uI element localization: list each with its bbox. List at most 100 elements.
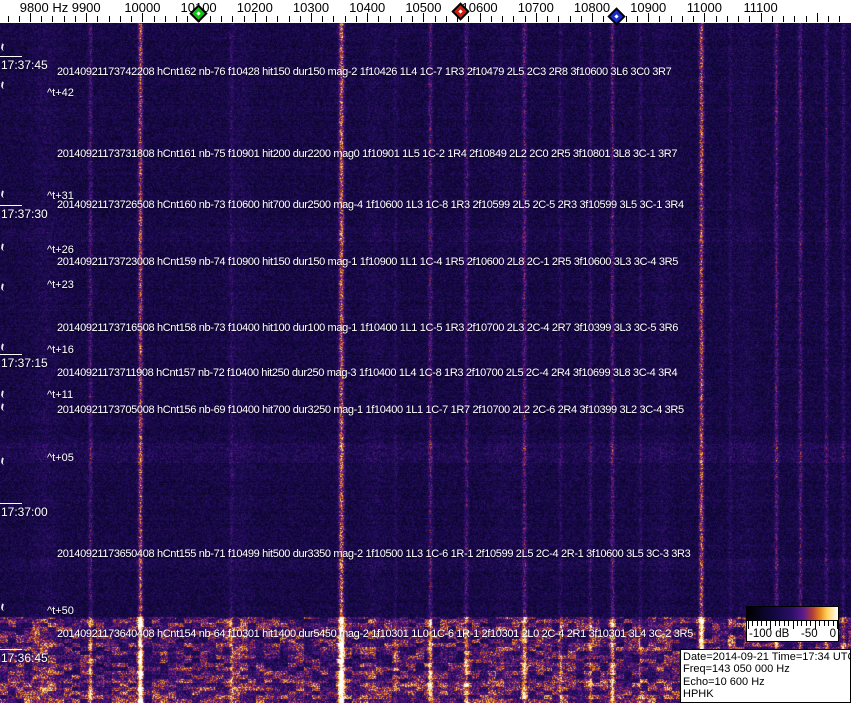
ruler-tick xyxy=(524,16,526,22)
db-tick xyxy=(828,621,830,626)
db-color-scale: -100 dB -50 0 xyxy=(746,606,839,642)
db-tick xyxy=(832,621,834,626)
db-tick xyxy=(810,621,812,626)
db-gradient-bar xyxy=(746,606,839,621)
ruler-tick xyxy=(569,16,571,22)
frequency-ruler: 9800 Hz990010000101001020010300104001050… xyxy=(0,0,851,26)
ruler-tick xyxy=(389,16,391,22)
ruler-tick xyxy=(468,16,470,22)
db-tick xyxy=(779,621,781,626)
frequency-label: 10500 xyxy=(405,0,442,15)
detection-line: 20140921173711908 hCnt157 nb-72 f10400 h… xyxy=(57,367,678,379)
ruler-tick xyxy=(333,16,335,22)
detection-line: 20140921173726508 hCnt160 nb-73 f10600 h… xyxy=(57,199,684,211)
ruler-tick xyxy=(603,16,605,22)
ruler-tick xyxy=(344,16,346,22)
detection-line: 20140921173705008 hCnt156 nb-69 f10400 h… xyxy=(57,404,684,416)
detection-line: 20140921173742208 hCnt162 nb-76 f10428 h… xyxy=(57,66,672,78)
ruler-tick xyxy=(74,16,76,22)
ruler-tick xyxy=(176,16,178,22)
ruler-tick xyxy=(828,16,830,22)
info-date-time: Date=2014-09-21 Time=17:34 UTC xyxy=(683,651,851,663)
frequency-label: 10800 xyxy=(573,0,611,15)
ruler-tick xyxy=(119,16,121,22)
db-label-mid: -50 xyxy=(801,628,818,640)
ruler-tick xyxy=(670,16,672,22)
spectrogram-canvas xyxy=(0,23,851,703)
marker-blue-fill xyxy=(610,10,623,23)
time-label-overline xyxy=(0,354,22,355)
time-label-text: 17:37:00 xyxy=(1,505,48,519)
ruler-tick xyxy=(97,16,99,22)
frequency-label: 10400 xyxy=(349,0,386,15)
ruler-tick xyxy=(726,16,728,22)
detection-line: 20140921173731808 hCnt161 nb-75 f10901 h… xyxy=(57,148,678,160)
time-label-overline xyxy=(0,56,22,57)
db-tick xyxy=(774,621,776,626)
time-offset-marker: ^t+16 xyxy=(47,344,74,356)
ruler-tick xyxy=(108,16,110,22)
ruler-tick xyxy=(288,16,290,22)
ruler-tick xyxy=(490,16,492,22)
time-offset-marker: ^t+42 xyxy=(47,87,74,99)
detection-line: 20140921173716508 hCnt158 nb-73 f10400 h… xyxy=(57,322,679,334)
ruler-tick xyxy=(7,16,9,22)
ruler-tick xyxy=(266,16,268,22)
db-tick xyxy=(837,621,838,629)
ruler-tick xyxy=(131,16,133,22)
ruler-tick xyxy=(693,16,695,22)
time-offset-marker: ^t+23 xyxy=(47,279,74,291)
ruler-tick xyxy=(681,16,683,22)
marker-green-fill xyxy=(192,7,205,20)
ruler-tick xyxy=(749,16,751,22)
marker-red-fill xyxy=(454,5,467,18)
ruler-tick xyxy=(636,16,638,22)
db-tick xyxy=(805,621,807,626)
ruler-tick xyxy=(18,16,20,22)
db-scale-ruler: -100 dB -50 0 xyxy=(746,621,839,642)
marker-green-core xyxy=(196,11,201,16)
frequency-label: 11000 xyxy=(686,0,722,15)
time-label: 17:37:45 xyxy=(0,56,48,72)
ruler-tick xyxy=(277,16,279,22)
time-label: 17:36:45 xyxy=(0,649,48,665)
ruler-tick xyxy=(547,16,549,22)
ruler-tick xyxy=(738,16,740,22)
db-tick xyxy=(796,621,798,626)
ruler-tick xyxy=(299,16,301,22)
time-label-overline xyxy=(0,503,22,504)
ruler-tick xyxy=(322,16,324,22)
frequency-label: 10900 xyxy=(630,0,667,15)
ruler-tick xyxy=(412,16,414,22)
info-echo-frequency: Echo=10 600 Hz xyxy=(683,675,765,688)
ruler-tick xyxy=(378,16,380,22)
time-offset-marker: ^t+50 xyxy=(47,605,74,617)
db-tick xyxy=(765,621,767,626)
time-label-text: 17:37:45 xyxy=(1,58,48,72)
frequency-label: 10000 xyxy=(124,0,161,15)
frequency-label: 11100 xyxy=(743,0,778,15)
db-label-max: 0 xyxy=(829,628,836,640)
time-label: 17:37:30 xyxy=(0,205,48,221)
frequency-label: 9900 xyxy=(71,0,101,15)
db-tick xyxy=(783,621,785,626)
ruler-tick xyxy=(513,16,515,22)
time-label-text: 17:37:30 xyxy=(1,207,48,221)
db-tick xyxy=(801,621,803,626)
ruler-tick xyxy=(580,16,582,22)
ruler-tick xyxy=(783,16,785,22)
ruler-tick xyxy=(400,16,402,22)
time-offset-marker: ^t+31 xyxy=(47,190,74,202)
ruler-tick xyxy=(209,16,211,22)
ruler-tick xyxy=(41,16,43,22)
db-tick xyxy=(756,621,758,626)
status-info-box: Date=2014-09-21 Time=17:34 UTC Freq=143 … xyxy=(680,649,851,703)
marker-red-core xyxy=(458,9,463,14)
frequency-label: 9800 Hz xyxy=(19,0,69,15)
ruler-tick xyxy=(502,16,504,22)
ruler-tick xyxy=(816,13,818,22)
time-label: 17:37:00 xyxy=(0,503,48,519)
ruler-tick xyxy=(434,16,436,22)
frequency-label: 10200 xyxy=(236,0,273,15)
time-label-text: 17:37:15 xyxy=(1,356,48,370)
